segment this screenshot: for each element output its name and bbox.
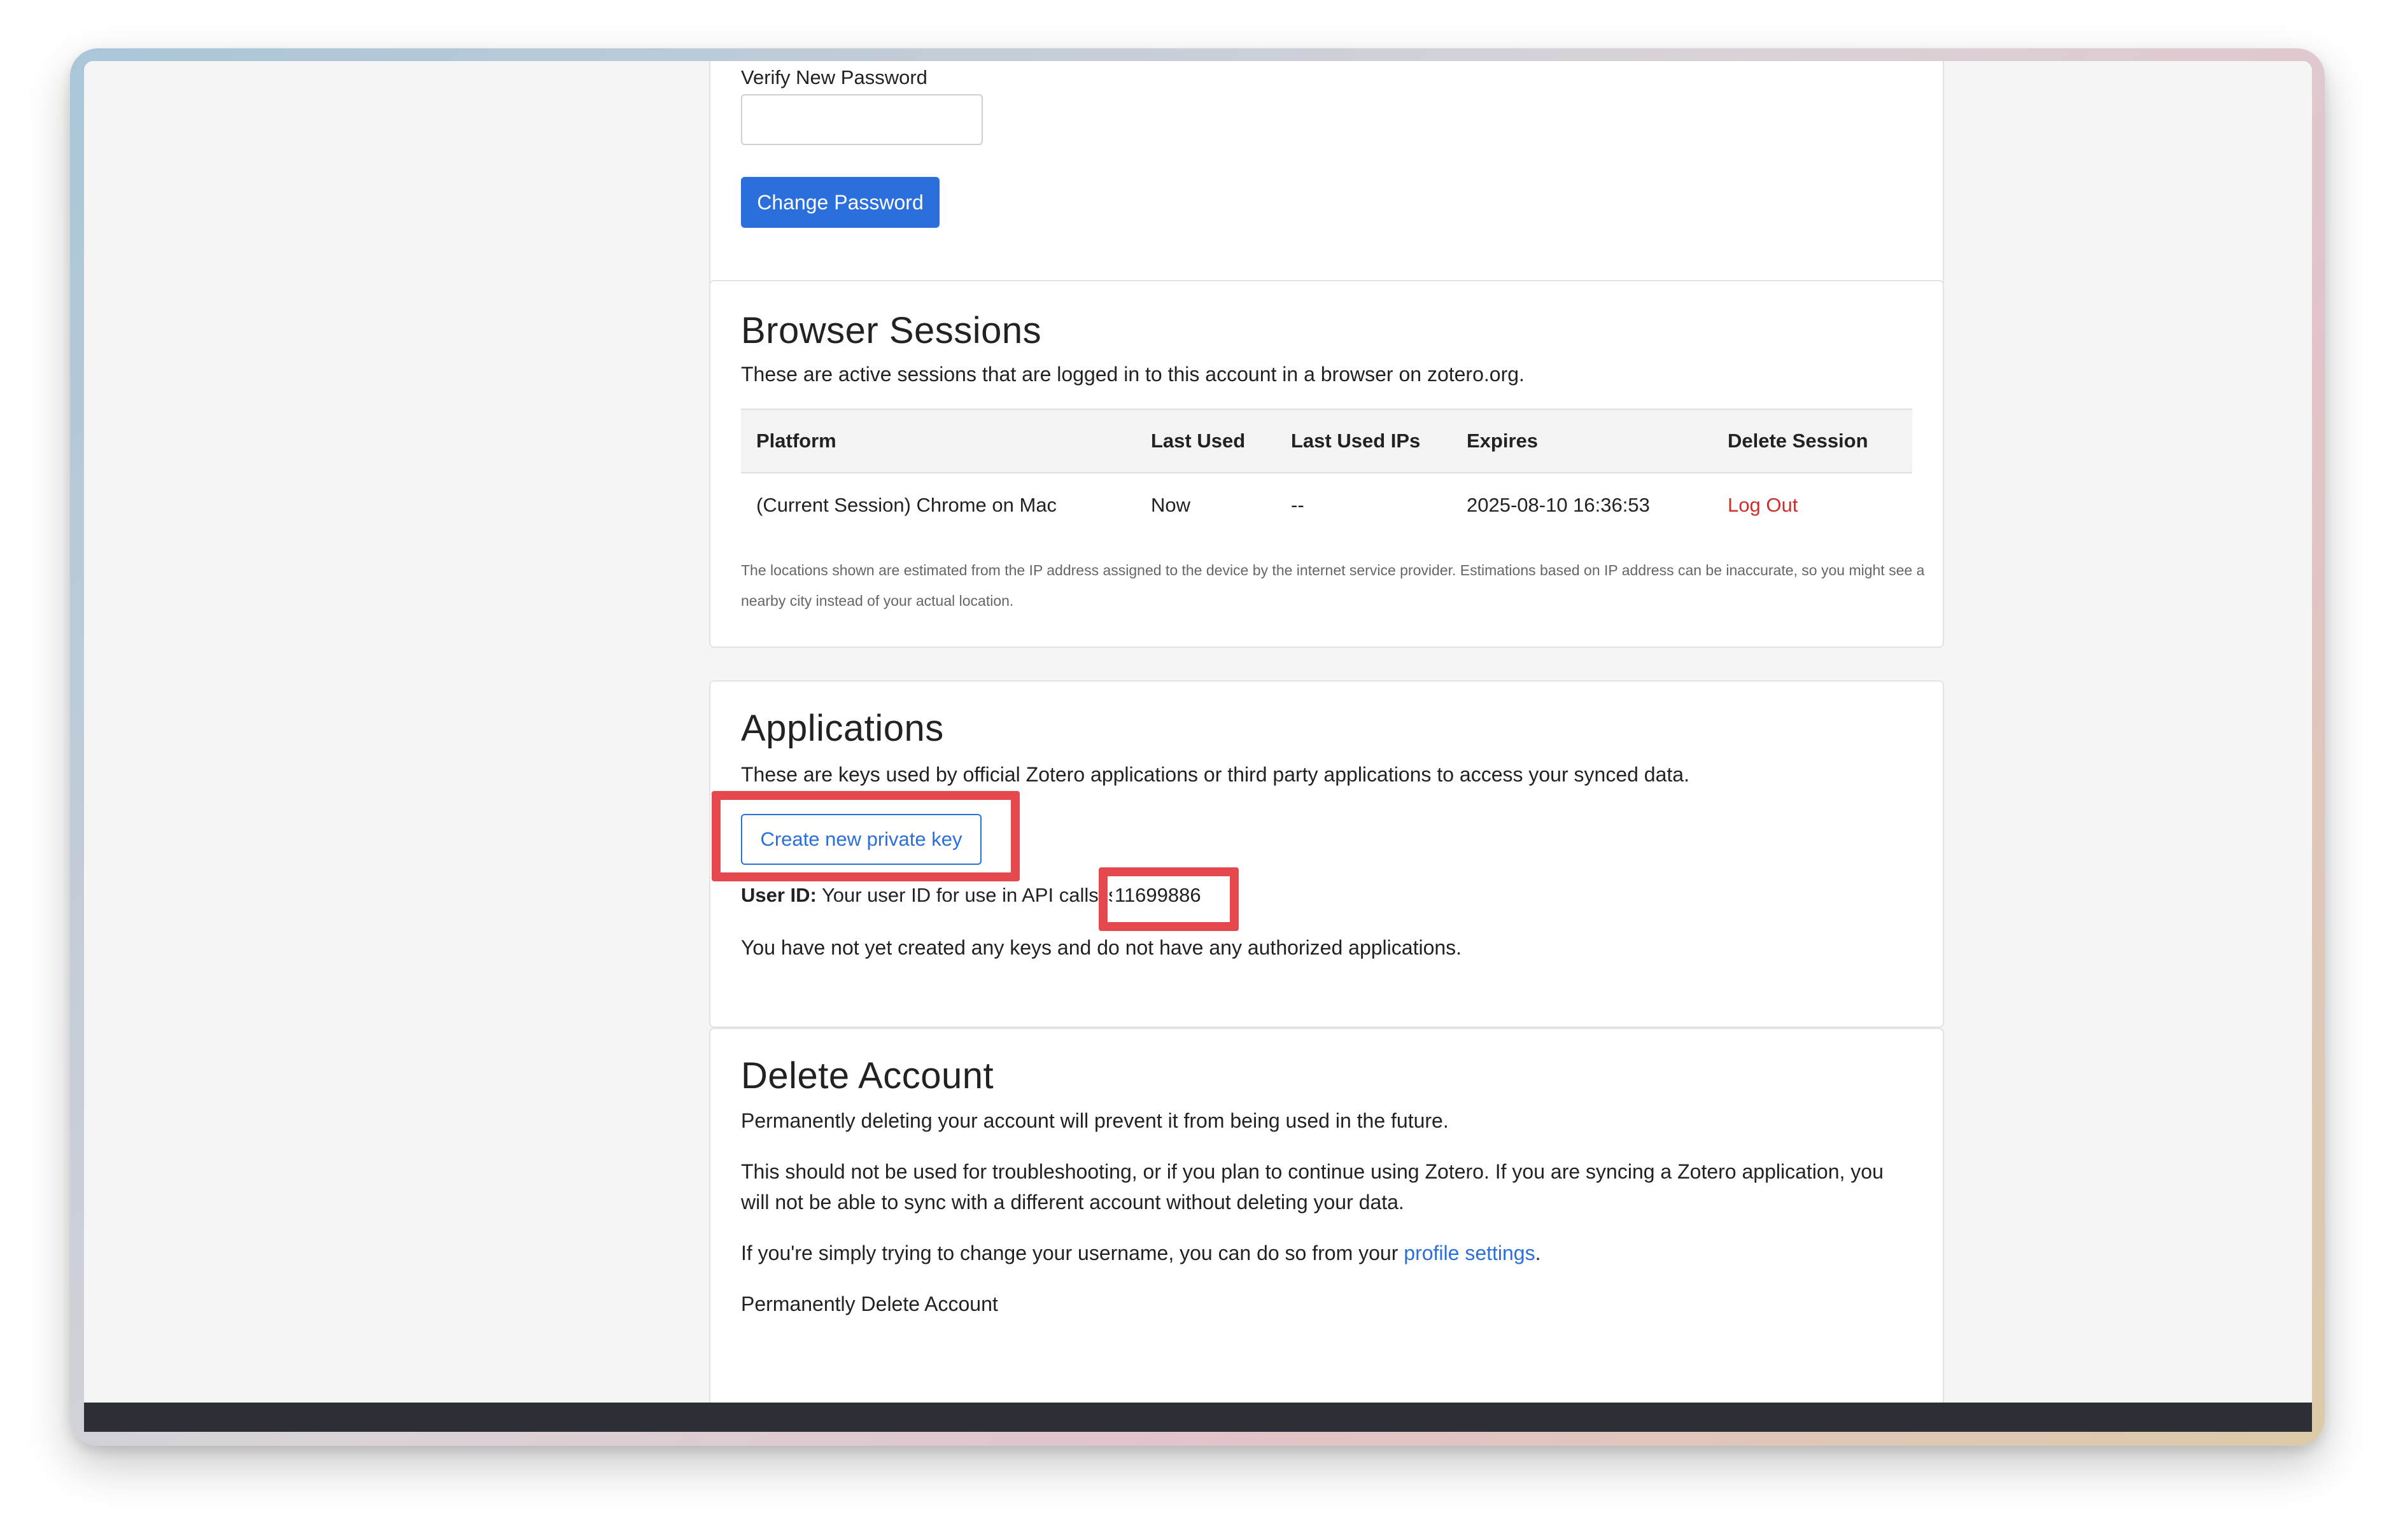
session-platform: (Current Session) Chrome on Mac (756, 493, 1057, 516)
column-header-platform: Platform (741, 409, 1136, 473)
column-header-last-used: Last Used (1136, 409, 1276, 473)
highlight-box-create-key (712, 791, 1020, 881)
column-header-expires: Expires (1451, 409, 1712, 473)
user-id-description: Your user ID for use in API calls is (821, 884, 1118, 906)
delete-account-p3: If you're simply trying to change your u… (741, 1238, 1912, 1268)
session-ips: -- (1291, 493, 1304, 516)
verify-password-input[interactable] (741, 94, 983, 145)
delete-account-p2: This should not be used for troubleshoot… (741, 1160, 1884, 1214)
password-card: Verify New Password Change Password (709, 61, 1944, 309)
delete-account-card: Delete Account Permanently deleting your… (709, 1028, 1944, 1417)
column-header-delete-session: Delete Session (1712, 409, 1912, 473)
highlight-box-user-id (1099, 867, 1239, 931)
table-row: (Current Session) Chrome on Mac Now -- 2… (741, 473, 1912, 536)
browser-sessions-description: These are active sessions that are logge… (741, 363, 1525, 386)
delete-account-p1: Permanently deleting your account will p… (741, 1109, 1449, 1132)
delete-account-title: Delete Account (741, 1055, 994, 1096)
sessions-table: Platform Last Used Last Used IPs Expires… (741, 409, 1912, 536)
log-out-link[interactable]: Log Out (1712, 473, 1912, 536)
delete-account-p3-text: If you're simply trying to change your u… (741, 1242, 1399, 1264)
delete-account-p3-suffix: . (1535, 1242, 1541, 1264)
user-id-line: User ID: Your user ID for use in API cal… (741, 884, 1912, 907)
browser-sessions-title: Browser Sessions (741, 310, 1042, 351)
profile-settings-link[interactable]: profile settings (1404, 1242, 1535, 1264)
applications-title: Applications (741, 708, 944, 749)
location-note: The locations shown are estimated from t… (741, 562, 1925, 609)
change-password-button[interactable]: Change Password (741, 177, 940, 228)
browser-sessions-card: Browser Sessions These are active sessio… (709, 280, 1944, 648)
user-id-label: User ID: (741, 884, 817, 906)
applications-description: These are keys used by official Zotero a… (741, 763, 1689, 786)
no-keys-message: You have not yet created any keys and do… (741, 936, 1462, 959)
browser-window: Verify New Password Change Password Brow… (84, 61, 2312, 1432)
page-footer-bar (84, 1403, 2312, 1432)
column-header-last-used-ips: Last Used IPs (1276, 409, 1451, 473)
permanently-delete-account-link[interactable]: Permanently Delete Account (741, 1289, 1912, 1319)
applications-card: Applications These are keys used by offi… (709, 680, 1944, 1028)
screenshot-stage: Verify New Password Change Password Brow… (0, 0, 2396, 1540)
session-expires: 2025-08-10 16:36:53 (1467, 493, 1650, 516)
sessions-header-row: Platform Last Used Last Used IPs Expires… (741, 409, 1912, 473)
verify-password-label: Verify New Password (741, 66, 927, 88)
session-last-used: Now (1151, 493, 1191, 516)
